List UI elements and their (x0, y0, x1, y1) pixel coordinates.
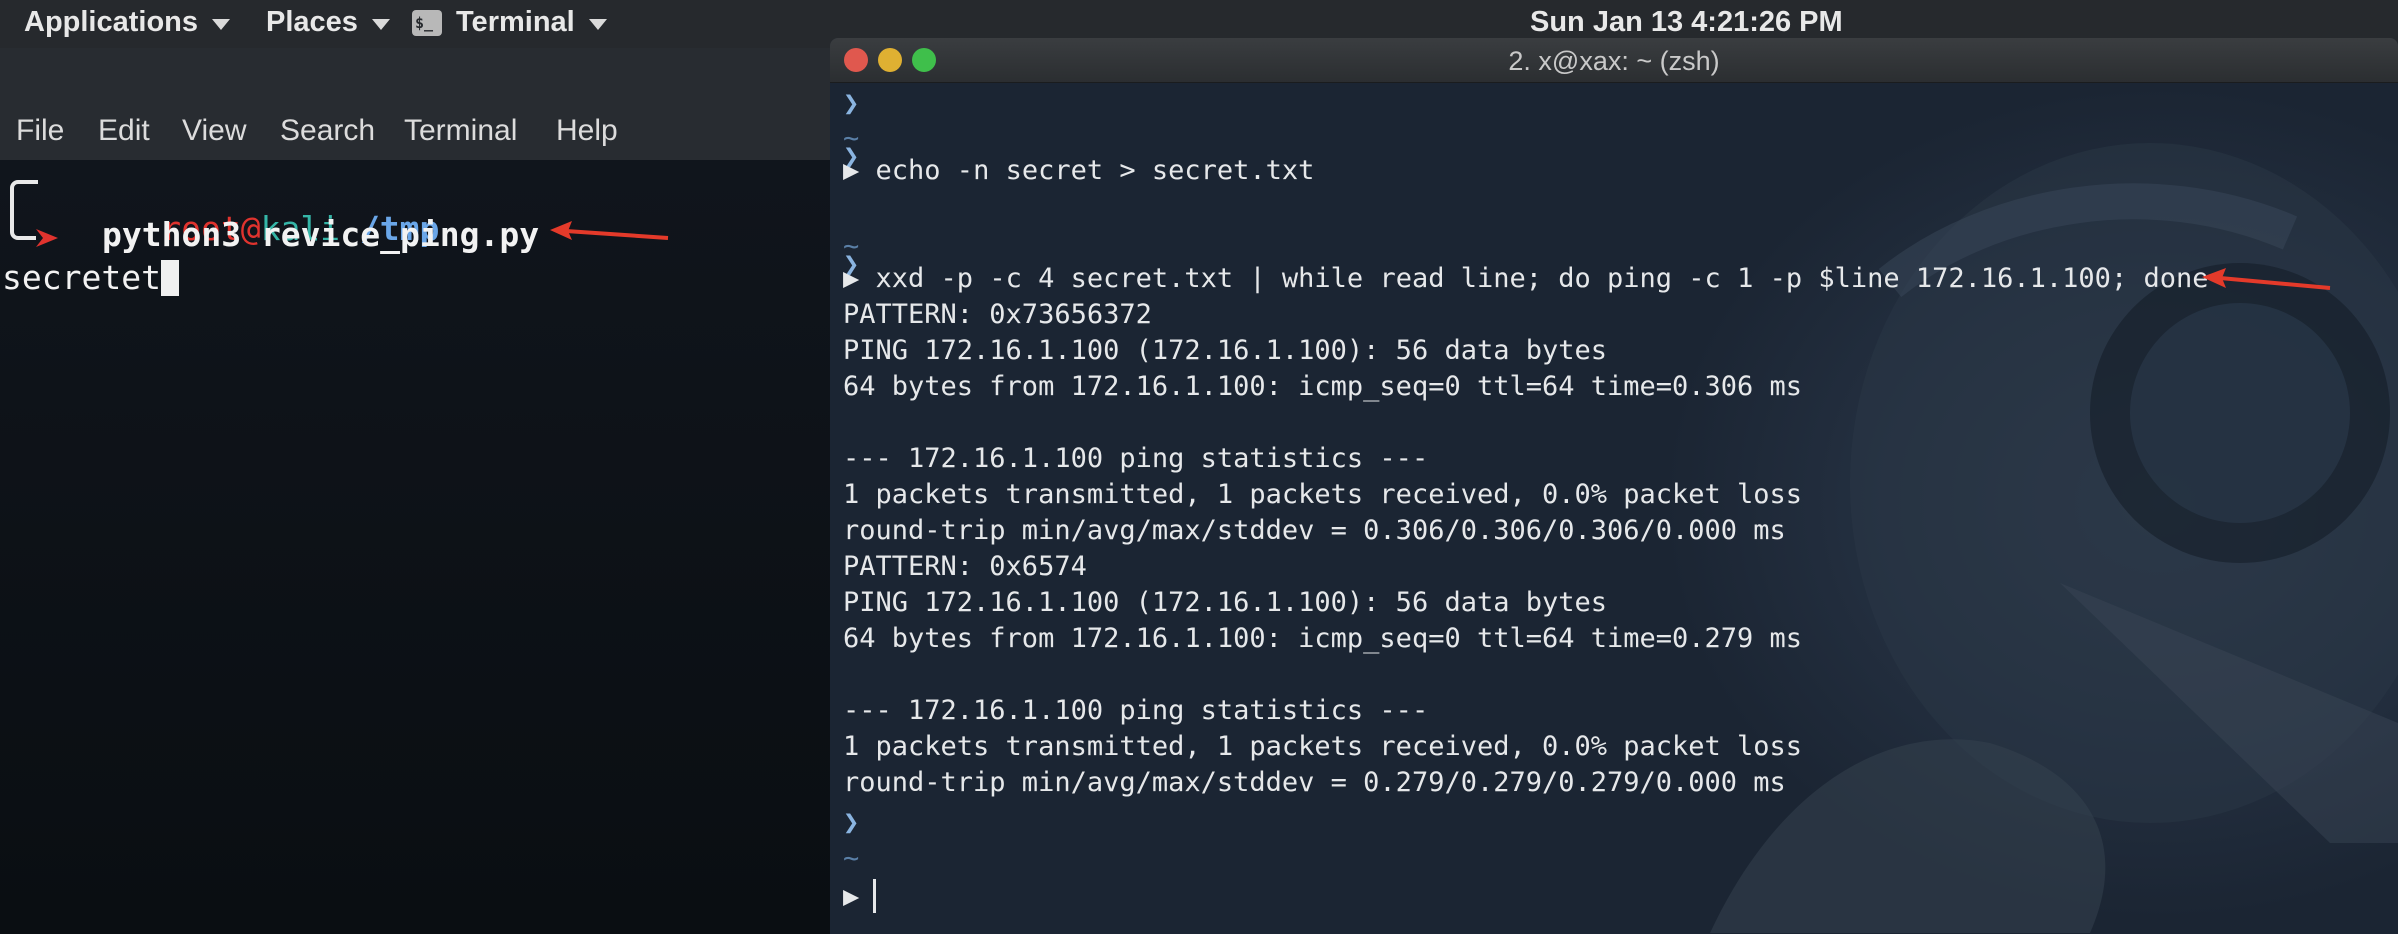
command-line: ▶ echo -n secret > secret.txt (843, 155, 1314, 186)
text-cursor (160, 259, 179, 296)
command-text: xxd -p -c 4 secret.txt | while read line… (875, 263, 2209, 294)
terminal-label: Terminal (456, 6, 575, 38)
output-line: PING 172.16.1.100 (172.16.1.100): 56 dat… (843, 335, 1608, 366)
terminal-icon: $_ (412, 9, 442, 36)
menu-help[interactable]: Help (556, 114, 618, 148)
prompt-arrow: ▶ (843, 880, 860, 912)
right-terminal-window: 2. x@xax: ~ (zsh) ❯ ~ ❯ ▶ echo -n secret… (830, 38, 2398, 934)
terminal-app-menu[interactable]: $_ Terminal (412, 6, 607, 39)
menu-file[interactable]: File (16, 114, 64, 148)
left-terminal-content[interactable]: root@kali /tmp python3 revice_ping.py se… (0, 160, 830, 934)
chevron-down-icon (371, 19, 390, 30)
command-line: ▶ xxd -p -c 4 secret.txt | while read li… (843, 263, 2208, 294)
output-line: PATTERN: 0x73656372 (843, 299, 1152, 330)
prompt-arrow: ▶ (843, 155, 860, 186)
menu-view[interactable]: View (182, 114, 246, 148)
chevron-down-icon (588, 19, 607, 30)
output-text: secretet (2, 258, 161, 297)
prompt-chevron: ❯ (843, 807, 860, 838)
active-prompt-line[interactable]: ▶ (843, 879, 877, 913)
left-terminal-menubar: File Edit View Search Terminal Help (0, 48, 830, 160)
left-output: secretet (2, 258, 179, 297)
places-menu[interactable]: Places (266, 6, 390, 39)
output-line: PATTERN: 0x6574 (843, 551, 1087, 582)
menu-edit[interactable]: Edit (98, 114, 150, 148)
window-title: 2. x@xax: ~ (zsh) (1508, 46, 1720, 76)
text-cursor (873, 879, 877, 913)
output-line: --- 172.16.1.100 ping statistics --- (843, 695, 1429, 726)
annotation-arrow (550, 221, 669, 240)
output-line: round-trip min/avg/max/stddev = 0.279/0.… (843, 767, 1786, 798)
output-line: round-trip min/avg/max/stddev = 0.306/0.… (843, 515, 1786, 546)
prompt-arrow: ▶ (843, 263, 860, 294)
chevron-down-icon (212, 19, 231, 30)
places-label: Places (266, 6, 358, 38)
right-terminal-content[interactable]: ❯ ~ ❯ ▶ echo -n secret > secret.txt ~ ❯ … (830, 83, 2398, 934)
annotation-arrow (2202, 268, 2331, 290)
applications-label: Applications (24, 6, 199, 38)
prompt-chevron: ❯ (843, 88, 860, 119)
output-line: --- 172.16.1.100 ping statistics --- (843, 443, 1429, 474)
output-line: PING 172.16.1.100 (172.16.1.100): 56 dat… (843, 587, 1608, 618)
output-line: 1 packets transmitted, 1 packets receive… (843, 731, 1803, 762)
menu-search[interactable]: Search (280, 114, 375, 148)
output-line: 64 bytes from 172.16.1.100: icmp_seq=0 t… (843, 371, 1803, 402)
prompt-tilde: ~ (843, 843, 860, 874)
left-command: python3 revice_ping.py (102, 215, 540, 254)
menu-terminal[interactable]: Terminal (404, 114, 517, 148)
window-titlebar[interactable]: 2. x@xax: ~ (zsh) (830, 38, 2398, 83)
output-line: 1 packets transmitted, 1 packets receive… (843, 479, 1803, 510)
applications-menu[interactable]: Applications (24, 6, 231, 39)
command-text: echo -n secret > secret.txt (875, 155, 1315, 186)
left-terminal-window: File Edit View Search Terminal Help root… (0, 48, 830, 934)
output-line: 64 bytes from 172.16.1.100: icmp_seq=0 t… (843, 623, 1803, 654)
clock[interactable]: Sun Jan 13 4:21:26 PM (1530, 6, 1843, 39)
